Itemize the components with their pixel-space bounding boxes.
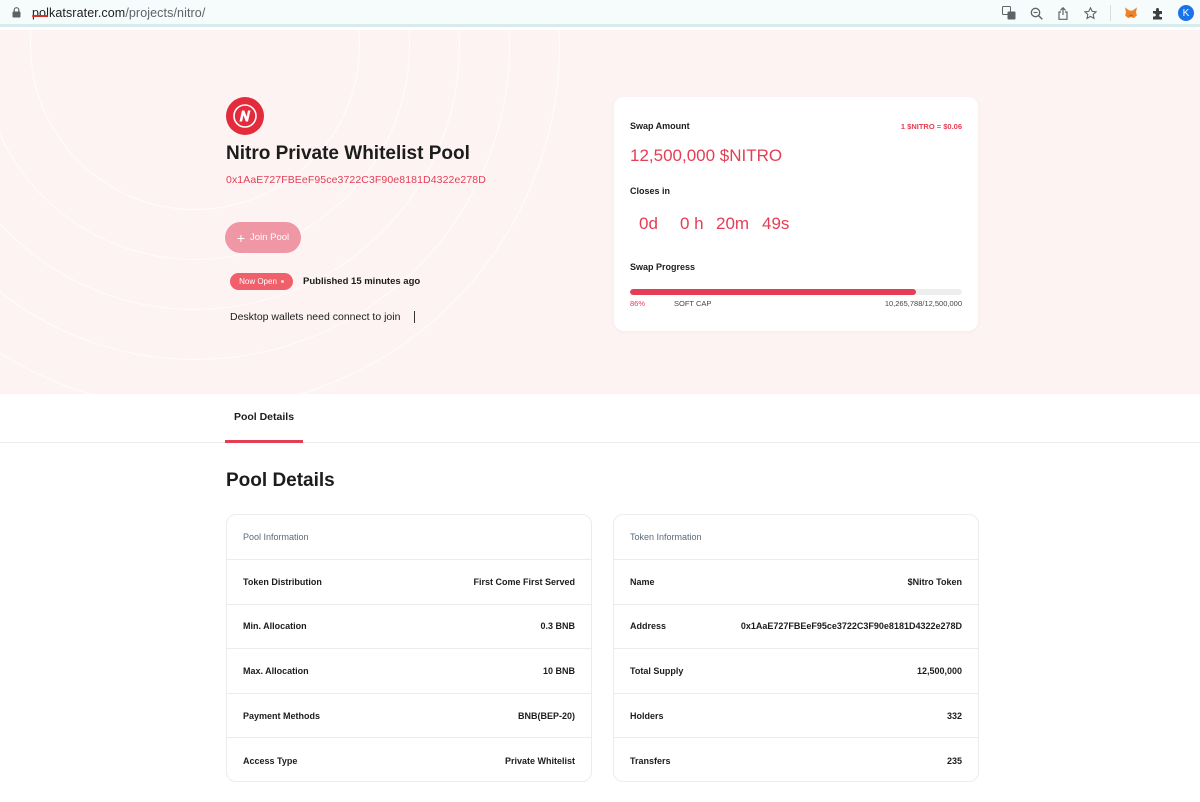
- row-value: 12,500,000: [916, 665, 962, 676]
- token-information-card: Token Information Name $Nitro Token Addr…: [613, 514, 979, 782]
- decor-ring: [0, 30, 560, 394]
- table-row: Min. Allocation 0.3 BNB: [227, 605, 591, 650]
- tab-bar: Pool Details: [0, 394, 1200, 443]
- row-key: Address: [630, 621, 667, 632]
- table-row: Max. Allocation 10 BNB: [227, 649, 591, 694]
- url-domain: polkatsrater.com: [32, 5, 126, 20]
- toolbar-separator: [1110, 5, 1111, 21]
- tab-pool-details[interactable]: Pool Details: [225, 394, 303, 443]
- row-key: Transfers: [630, 755, 671, 766]
- countdown-days: 0d: [639, 214, 658, 233]
- status-badge: Now Open: [230, 273, 293, 290]
- token-rate: 1 $NITRO = $0.06: [900, 122, 962, 131]
- row-value[interactable]: 0x1AaE727FBEeF95ce3722C3F90e8181D4322e27…: [741, 621, 962, 631]
- swap-progress-bar: [630, 289, 962, 295]
- section-heading: Pool Details: [226, 470, 335, 491]
- row-value: 10 BNB: [542, 665, 575, 676]
- extensions-puzzle-icon[interactable]: [1151, 6, 1165, 20]
- row-key: Payment Methods: [243, 710, 321, 721]
- countdown-hours: 0 h: [680, 214, 704, 233]
- spellcheck-underline: [32, 15, 48, 17]
- row-key: Max. Allocation: [243, 665, 309, 676]
- card-heading: Pool Information: [227, 515, 591, 560]
- countdown-minutes: 20m: [716, 214, 750, 233]
- plus-icon: +: [236, 229, 246, 246]
- soft-cap-label: SOFT CAP: [674, 299, 712, 308]
- contract-address[interactable]: 0x1AaE727FBEeF95ce3722C3F90e8181D4322e27…: [226, 174, 486, 186]
- url-text[interactable]: polkatsrater.com/projects/nitro/: [32, 6, 205, 20]
- profile-avatar[interactable]: K: [1178, 5, 1194, 21]
- address-bar[interactable]: polkatsrater.com/projects/nitro/: [4, 2, 1024, 23]
- row-value: First Come First Served: [473, 576, 575, 587]
- progress-percent: 86%: [630, 299, 646, 308]
- connect-wallet-notice: Desktop wallets need connect to join: [230, 311, 401, 323]
- page-title: Nitro Private Whitelist Pool: [226, 143, 470, 164]
- pool-information-card: Pool Information Token Distribution Firs…: [226, 514, 592, 782]
- row-key: Name: [630, 576, 655, 587]
- table-row: Name $Nitro Token: [614, 560, 978, 605]
- row-value: Private Whitelist: [504, 755, 575, 766]
- zoom-icon[interactable]: [1029, 6, 1043, 20]
- closes-in-label: Closes in: [630, 186, 671, 196]
- row-key: Total Supply: [630, 665, 684, 676]
- row-value: 235: [946, 755, 962, 766]
- join-pool-label: Join Pool: [250, 232, 290, 243]
- join-pool-button[interactable]: + Join Pool: [225, 222, 301, 253]
- bookmark-star-icon[interactable]: [1083, 6, 1097, 20]
- published-time: Published 15 minutes ago: [303, 276, 421, 287]
- project-hero: [0, 30, 1200, 394]
- table-row: Total Supply 12,500,000: [614, 649, 978, 694]
- browser-actions: K: [1002, 3, 1194, 23]
- table-row: Holders 332: [614, 694, 978, 739]
- progress-count: 10,265,788/12,500,000: [884, 299, 962, 308]
- swap-progress-fill: [630, 289, 916, 295]
- table-row: Transfers 235: [614, 738, 978, 781]
- countdown-timer: 0d 0 h 20m 49s: [639, 214, 789, 234]
- swap-card: Swap Amount 1 $NITRO = $0.06 12,500,000 …: [614, 97, 978, 331]
- card-heading: Token Information: [614, 515, 978, 560]
- text-cursor: [414, 311, 415, 323]
- translate-icon[interactable]: [1002, 6, 1016, 20]
- row-key: Access Type: [243, 755, 298, 766]
- metamask-fox-icon[interactable]: [1124, 6, 1138, 20]
- table-row: Access Type Private Whitelist: [227, 738, 591, 781]
- swap-amount-value: 12,500,000 $NITRO: [630, 146, 783, 165]
- row-key: Min. Allocation: [243, 621, 307, 632]
- status-label: Now Open: [239, 277, 277, 286]
- browser-toolbar: polkatsrater.com/projects/nitro/ K: [0, 0, 1200, 27]
- swap-progress-label: Swap Progress: [630, 262, 696, 272]
- table-row: Payment Methods BNB(BEP-20): [227, 694, 591, 739]
- row-value: 0.3 BNB: [540, 621, 575, 632]
- countdown-seconds: 49s: [762, 214, 790, 233]
- url-path: /projects/nitro/: [125, 5, 206, 20]
- lock-icon[interactable]: [10, 6, 22, 20]
- row-value: $Nitro Token: [907, 576, 962, 587]
- row-key: Holders: [630, 710, 664, 721]
- table-row: Address 0x1AaE727FBEeF95ce3722C3F90e8181…: [614, 605, 978, 650]
- table-row: Token Distribution First Come First Serv…: [227, 560, 591, 605]
- nitro-logo: [226, 97, 264, 135]
- row-key: Token Distribution: [243, 576, 322, 587]
- status-dot-icon: [280, 280, 284, 283]
- row-value: BNB(BEP-20): [517, 710, 575, 721]
- swap-amount-label: Swap Amount: [630, 121, 690, 131]
- row-value: 332: [946, 710, 962, 721]
- share-icon[interactable]: [1056, 6, 1070, 20]
